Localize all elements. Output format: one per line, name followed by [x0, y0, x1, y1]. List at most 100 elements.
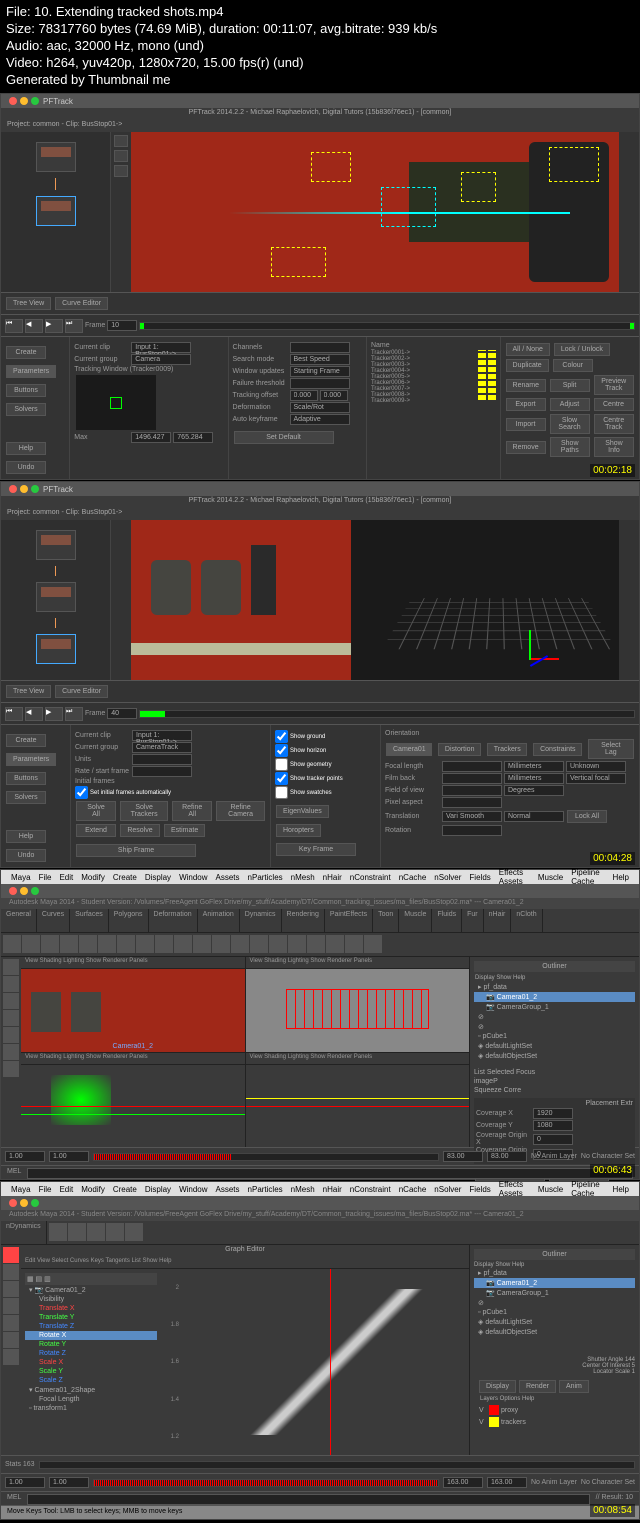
ship-frame-button[interactable]: Ship Frame: [76, 844, 196, 857]
help-button[interactable]: Help: [6, 830, 46, 843]
minimize-icon[interactable]: [20, 97, 28, 105]
estimate-button[interactable]: Estimate: [164, 824, 205, 837]
layers-panel[interactable]: Display Render Anim Layers Options Help …: [474, 1375, 635, 1432]
resolve-button[interactable]: Resolve: [120, 824, 160, 837]
all-none-button[interactable]: All / None: [506, 343, 550, 356]
help-button[interactable]: Help: [6, 442, 46, 455]
units-input[interactable]: [132, 754, 192, 765]
show-info-button[interactable]: Show Info: [594, 437, 634, 457]
toolbox[interactable]: [1, 957, 21, 1147]
graph-editor-menu[interactable]: Edit View Select Curves Keys Tangents Li…: [21, 1257, 469, 1269]
curve-editor-tab[interactable]: Curve Editor: [55, 297, 108, 310]
viewport-front[interactable]: View Shading Lighting Show Renderer Pane…: [21, 1053, 245, 1148]
show-paths-button[interactable]: Show Paths: [550, 437, 590, 457]
channels-input[interactable]: [290, 342, 350, 353]
shelf-icons[interactable]: [47, 1221, 145, 1244]
axis-gizmo[interactable]: [529, 658, 559, 660]
aspect-input[interactable]: [442, 797, 502, 808]
create-button[interactable]: Create: [6, 346, 46, 359]
extend-button[interactable]: Extend: [76, 824, 116, 837]
play-prev-icon[interactable]: ◀: [25, 707, 43, 721]
max-y-input[interactable]: [173, 432, 213, 443]
shelf-icons[interactable]: [1, 933, 384, 956]
colour-button[interactable]: Colour: [553, 359, 593, 372]
centre-button[interactable]: Centre: [594, 398, 634, 411]
layer-row[interactable]: Vproxy: [478, 1404, 631, 1416]
play-prev-icon[interactable]: ◀: [25, 319, 43, 333]
slow-search-button[interactable]: Slow Search: [550, 414, 590, 434]
node-user-track[interactable]: [36, 196, 76, 226]
node-tree-sidebar[interactable]: [1, 132, 111, 292]
set-default-button[interactable]: Set Default: [234, 431, 334, 444]
close-icon[interactable]: [9, 1199, 17, 1207]
command-line[interactable]: MEL // Result: 10: [1, 1491, 639, 1505]
horopters-button[interactable]: Horopters: [276, 824, 321, 837]
play-start-icon[interactable]: ⏮: [5, 707, 23, 721]
max-x-input[interactable]: [131, 432, 171, 443]
show-geometry-checkbox[interactable]: [275, 758, 288, 771]
graph-outliner[interactable]: ▦ ▤ ▥ ▾ 📷 Camera01_2 Visibility Translat…: [21, 1269, 161, 1455]
parameters-button[interactable]: Parameters: [6, 365, 56, 378]
frame-input[interactable]: [107, 708, 137, 719]
refine-camera-button[interactable]: Refine Camera: [216, 801, 265, 821]
offset-x-input[interactable]: [290, 390, 318, 401]
close-icon[interactable]: [9, 887, 17, 895]
graph-stats-bar[interactable]: Stats 163: [1, 1455, 639, 1473]
duplicate-button[interactable]: Duplicate: [506, 359, 549, 372]
viewport-side[interactable]: View Shading Lighting Show Renderer Pane…: [246, 1053, 470, 1148]
buttons-button[interactable]: Buttons: [6, 772, 46, 785]
viewport-tool[interactable]: [114, 165, 128, 177]
trackers-tab[interactable]: Trackers: [487, 743, 527, 756]
right-panel[interactable]: Outliner Display Show Help ▸ pf_data 📷 C…: [469, 1245, 639, 1455]
parameters-button[interactable]: Parameters: [6, 753, 56, 766]
undo-button[interactable]: Undo: [6, 461, 46, 474]
timeline[interactable]: ⏮ ◀ ▶ ⏭ Frame: [1, 702, 639, 724]
play-end-icon[interactable]: ⏭: [65, 707, 83, 721]
group-input[interactable]: Camera: [131, 354, 191, 365]
solve-trackers-button[interactable]: Solve Trackers: [120, 801, 168, 821]
node-clip[interactable]: [36, 142, 76, 172]
maya-menubar[interactable]: MayaFileEditModify CreateDisplayWindowAs…: [1, 870, 639, 884]
viewport-tool[interactable]: [114, 135, 128, 147]
layer-row[interactable]: Vtrackers: [478, 1416, 631, 1428]
solvers-button[interactable]: Solvers: [6, 791, 46, 804]
offset-y-input[interactable]: [320, 390, 348, 401]
keyframe-button[interactable]: Key Frame: [276, 843, 356, 856]
window-titlebar[interactable]: PFTrack: [1, 482, 639, 496]
import-button[interactable]: Import: [506, 418, 546, 431]
maximize-icon[interactable]: [31, 485, 39, 493]
show-swatches-checkbox[interactable]: [275, 786, 288, 799]
create-button[interactable]: Create: [6, 734, 46, 747]
close-icon[interactable]: [9, 97, 17, 105]
maximize-icon[interactable]: [31, 97, 39, 105]
timeline[interactable]: ⏮ ◀ ▶ ⏭ Frame: [1, 314, 639, 336]
play-next-icon[interactable]: ▶: [45, 707, 63, 721]
viewport-top[interactable]: View Shading Lighting Show Renderer Pane…: [246, 957, 470, 1052]
autokey-input[interactable]: Adaptive: [290, 414, 350, 425]
minimize-icon[interactable]: [20, 887, 28, 895]
command-line[interactable]: MEL: [1, 1165, 639, 1179]
selected-attr[interactable]: Rotate X: [25, 1331, 157, 1340]
tree-view-tab[interactable]: Tree View: [6, 685, 51, 698]
viewport-right-tools[interactable]: [619, 132, 639, 292]
refine-all-button[interactable]: Refine All: [172, 801, 212, 821]
window-updates-input[interactable]: Starting Frame: [290, 366, 350, 377]
viewport-tool[interactable]: [114, 150, 128, 162]
close-icon[interactable]: [9, 485, 17, 493]
distortion-tab[interactable]: Distortion: [438, 743, 481, 756]
maximize-icon[interactable]: [31, 1199, 39, 1207]
curve-editor-tab[interactable]: Curve Editor: [55, 685, 108, 698]
minimize-icon[interactable]: [20, 485, 28, 493]
toolbox[interactable]: [1, 1245, 21, 1455]
show-points-checkbox[interactable]: [275, 772, 288, 785]
select-lag-tab[interactable]: Select Lag: [588, 739, 634, 759]
node-camera-solve[interactable]: [36, 634, 76, 664]
adjust-button[interactable]: Adjust: [550, 398, 590, 411]
outliner-item-selected[interactable]: 📷 Camera01_2: [474, 992, 635, 1002]
failure-input[interactable]: [290, 378, 350, 389]
camera-tab[interactable]: Camera01: [386, 743, 432, 756]
auto-initial-checkbox[interactable]: [75, 786, 88, 799]
node-user-track[interactable]: [36, 582, 76, 612]
play-end-icon[interactable]: ⏭: [65, 319, 83, 333]
fov-input[interactable]: [442, 785, 502, 796]
